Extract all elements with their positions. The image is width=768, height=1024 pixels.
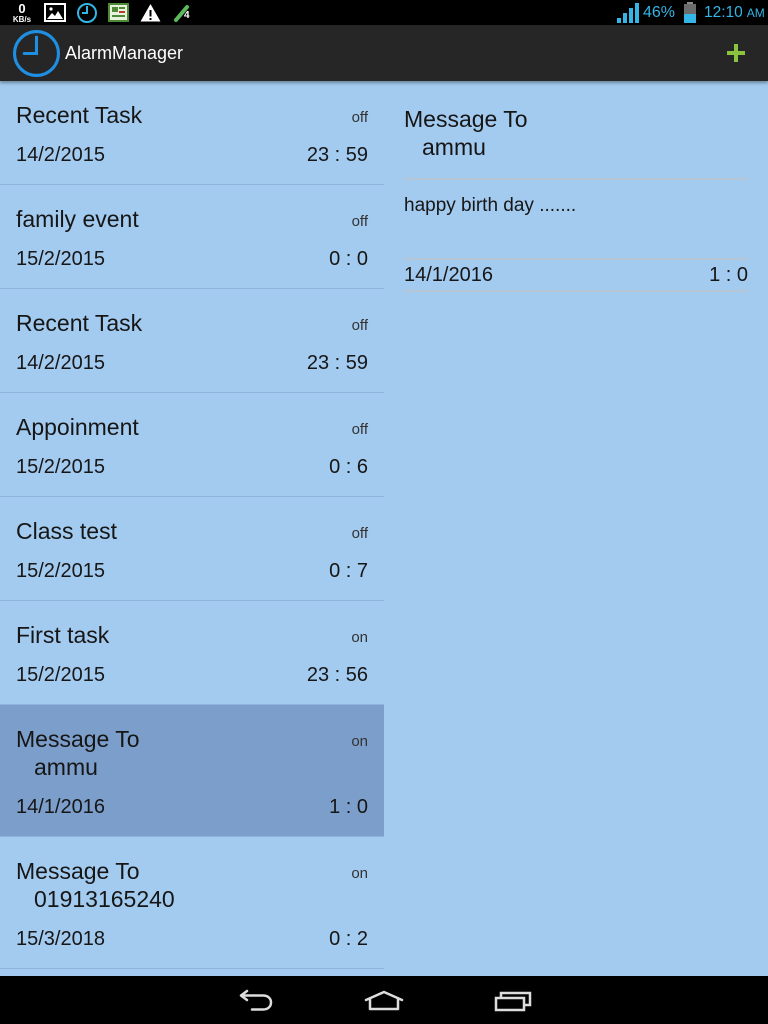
app-title: AlarmManager (65, 43, 184, 63)
alarm-date: 15/3/2018 (16, 928, 105, 950)
call-badge: 4 (184, 10, 190, 21)
alarm-list-item[interactable]: Message To ammu on 14/1/2016 1 : 0 (0, 705, 384, 837)
battery-icon (684, 2, 696, 23)
home-icon (364, 990, 404, 1011)
network-speed-indicator: 0 KB/s (9, 0, 35, 25)
alarm-status: off (351, 213, 368, 230)
alarm-title: Message To (16, 858, 140, 884)
alarm-list-item[interactable]: Recent Task off 14/2/2015 23 : 59 (0, 81, 384, 185)
detail-date: 14/1/2016 (404, 264, 493, 286)
status-time: 12:10 (704, 4, 743, 21)
alarm-title: Recent Task (16, 310, 143, 336)
network-speed-unit: KB/s (12, 15, 32, 24)
alarm-detail-panel: Message To ammu happy birth day ....... … (384, 81, 768, 976)
alarm-list[interactable]: Recent Task off 14/2/2015 23 : 59 family… (0, 81, 384, 976)
recent-apps-icon (494, 991, 532, 1012)
detail-schedule: 14/1/2016 1 : 0 (404, 258, 748, 292)
alarm-date: 15/2/2015 (16, 456, 105, 478)
alarm-title: Class test (16, 518, 117, 544)
alarm-schedule: 15/2/2015 0 : 7 (16, 559, 368, 583)
alarm-date: 14/1/2016 (16, 796, 105, 818)
alarm-list-item[interactable]: family event off 15/2/2015 0 : 0 (0, 185, 384, 289)
alarm-list-item[interactable]: Message To 01913165240 on 15/3/2018 0 : … (0, 837, 384, 969)
app-notification-icon (108, 3, 129, 22)
main-content: Recent Task off 14/2/2015 23 : 59 family… (0, 81, 768, 976)
detail-title-line2: ammu (422, 134, 486, 160)
alarm-time: 0 : 6 (329, 456, 368, 478)
recent-apps-button[interactable] (473, 976, 553, 1024)
alarm-title-line2: ammu (34, 754, 98, 780)
signal-icon (617, 3, 639, 23)
alarm-date: 14/2/2015 (16, 144, 105, 166)
alarm-date: 15/2/2015 (16, 560, 105, 582)
home-button[interactable] (344, 976, 424, 1024)
alarm-status: on (351, 865, 368, 882)
signal-bar (623, 13, 627, 23)
alarm-time: 1 : 0 (329, 796, 368, 818)
clock-icon (77, 3, 97, 23)
alarm-clock-icon (13, 30, 60, 77)
alarm-title: Message To (16, 726, 140, 752)
detail-message: happy birth day ....... (404, 195, 577, 216)
alarm-list-item[interactable]: First task on 15/2/2015 23 : 56 (0, 601, 384, 705)
alarm-status: on (351, 733, 368, 750)
network-speed-value: 0 (18, 1, 26, 16)
status-bar[interactable]: 0 KB/s 4 46% 12:10 AM (0, 0, 768, 25)
back-icon (239, 989, 273, 1011)
alarm-schedule: 14/2/2015 23 : 59 (16, 351, 368, 375)
alarm-title: Appoinment (16, 414, 139, 440)
detail-divider (404, 178, 748, 180)
back-button[interactable] (216, 976, 296, 1024)
detail-title: Message To (404, 106, 528, 132)
alarm-time: 0 : 0 (329, 248, 368, 270)
alarm-schedule: 15/3/2018 0 : 2 (16, 927, 368, 951)
alarm-date: 14/2/2015 (16, 352, 105, 374)
alarm-time: 23 : 59 (306, 144, 368, 166)
navigation-bar (0, 976, 768, 1024)
battery-body (684, 4, 696, 23)
warning-icon (140, 4, 161, 22)
alarm-schedule: 15/2/2015 23 : 56 (16, 663, 368, 687)
alarm-list-item[interactable]: Class test off 15/2/2015 0 : 7 (0, 497, 384, 601)
alarm-schedule: 14/1/2016 1 : 0 (16, 795, 368, 819)
alarm-status: off (351, 109, 368, 126)
plus-icon (727, 44, 745, 62)
alarm-time: 0 : 2 (329, 928, 368, 950)
add-alarm-button[interactable] (714, 31, 758, 75)
call-icon (174, 5, 189, 22)
detail-time: 1 : 0 (709, 264, 748, 286)
alarm-schedule: 14/2/2015 23 : 59 (16, 143, 368, 167)
status-clock: 12:10 AM (704, 0, 765, 26)
gallery-icon (44, 3, 66, 22)
signal-bar (629, 8, 633, 23)
battery-level-fill (684, 14, 696, 23)
signal-bar (617, 18, 621, 23)
alarm-title-line2: 01913165240 (34, 886, 175, 912)
alarm-list-item[interactable]: Recent Task off 14/2/2015 23 : 59 (0, 289, 384, 393)
alarm-time: 0 : 7 (329, 560, 368, 582)
alarm-time: 23 : 56 (306, 664, 368, 686)
alarm-title: First task (16, 622, 110, 648)
alarm-status: on (351, 629, 368, 646)
alarm-schedule: 15/2/2015 0 : 6 (16, 455, 368, 479)
alarm-time: 23 : 59 (306, 352, 368, 374)
alarm-status: off (351, 525, 368, 542)
battery-percent: 46% (643, 4, 676, 21)
alarm-title: Recent Task (16, 102, 143, 128)
alarm-status: off (351, 421, 368, 438)
alarm-status: off (351, 317, 368, 334)
alarm-schedule: 15/2/2015 0 : 0 (16, 247, 368, 271)
alarm-date: 15/2/2015 (16, 248, 105, 270)
alarm-date: 15/2/2015 (16, 664, 105, 686)
action-bar: AlarmManager (0, 25, 768, 81)
signal-bar (635, 3, 639, 23)
alarm-list-item[interactable]: Appoinment off 15/2/2015 0 : 6 (0, 393, 384, 497)
status-time-suffix: AM (746, 6, 765, 20)
alarm-title: family event (16, 206, 139, 232)
